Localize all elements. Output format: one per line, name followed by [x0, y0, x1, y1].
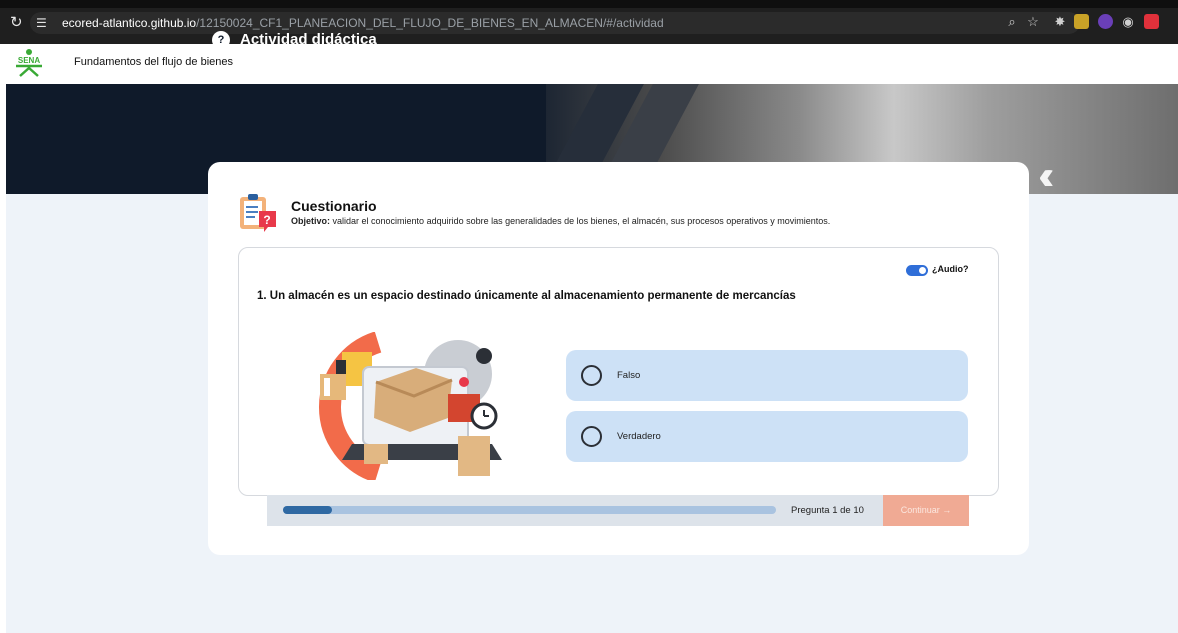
page-title: Actividad didáctica: [240, 31, 377, 48]
sena-logo[interactable]: SENA: [10, 48, 48, 78]
help-circle-icon: ?: [212, 31, 230, 49]
svg-text:SENA: SENA: [18, 56, 40, 65]
radio-button[interactable]: [581, 365, 602, 386]
clipboard-icon: ?: [240, 194, 276, 232]
star-icon[interactable]: ☆: [1025, 14, 1041, 30]
extension-icon[interactable]: [1144, 14, 1159, 29]
continue-button[interactable]: Continuar →: [883, 495, 969, 526]
warehouse-illustration: [318, 332, 502, 480]
option-label: Falso: [617, 370, 641, 381]
quiz-objective: Objetivo: validar el conocimiento adquir…: [291, 216, 831, 226]
record-icon[interactable]: ◉: [1120, 14, 1136, 30]
progress-footer: Pregunta 1 de 10: [267, 495, 883, 526]
quiz-title: Cuestionario: [291, 198, 377, 214]
browser-toolbar: ↻ ☰ ecored-atlantico.github.io/12150024_…: [0, 0, 1178, 44]
radio-button[interactable]: [581, 426, 602, 447]
progress-counter: Pregunta 1 de 10: [791, 505, 864, 516]
audio-label: ¿Audio?: [932, 264, 969, 274]
reload-icon[interactable]: ↻: [10, 15, 26, 31]
url-text[interactable]: ecored-atlantico.github.io/12150024_CF1_…: [62, 16, 664, 30]
audio-toggle[interactable]: [906, 265, 928, 276]
extension-icon[interactable]: ✸: [1052, 14, 1068, 30]
option-falso[interactable]: Falso: [566, 350, 968, 401]
question-text: 1. Un almacén es un espacio destinado ún…: [257, 290, 796, 302]
option-verdadero[interactable]: Verdadero: [566, 411, 968, 462]
zoom-icon[interactable]: ⌕: [1004, 14, 1020, 30]
extension-icon[interactable]: [1098, 14, 1113, 29]
app-header: SENA Fundamentos del flujo de bienes: [0, 44, 1178, 84]
course-title: Fundamentos del flujo de bienes: [74, 56, 233, 68]
option-label: Verdadero: [617, 431, 661, 442]
site-info-icon[interactable]: ☰: [36, 15, 52, 31]
progress-fill: [283, 506, 333, 514]
tab-strip: [0, 0, 1178, 8]
progress-track: [283, 506, 776, 514]
svg-text:?: ?: [263, 213, 270, 227]
extension-icon[interactable]: [1074, 14, 1089, 29]
